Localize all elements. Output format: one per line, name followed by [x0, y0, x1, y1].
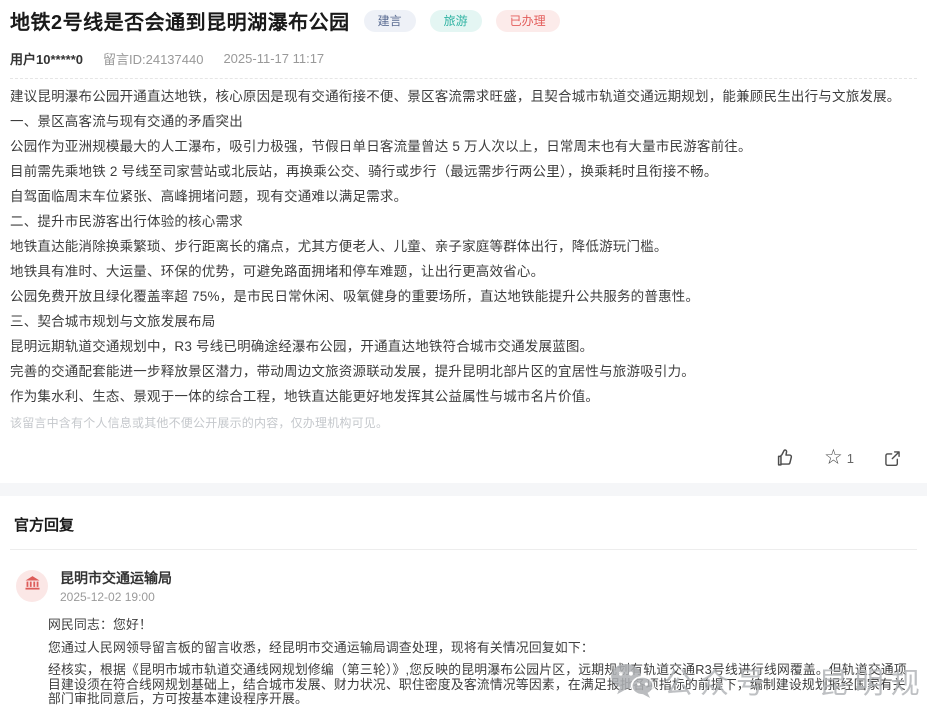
- reply-paragraph: 网民同志：您好！: [48, 618, 913, 633]
- agency-row: 昆明市交通运输局 2025-12-02 19:00: [16, 570, 917, 604]
- section-separator: [0, 483, 927, 496]
- page: 地铁2号线是否会通到昆明湖瀑布公园 建言 旅游 已办理 用户10*****0 留…: [0, 0, 927, 712]
- tag-tourism[interactable]: 旅游: [430, 10, 482, 32]
- post-paragraph: 二、提升市民游客出行体验的核心需求: [10, 214, 917, 230]
- official-reply-card: 官方回复 昆明市交通运输局 2025-12-02 19:00: [0, 496, 927, 712]
- like-button[interactable]: [774, 447, 796, 469]
- thumbs-up-icon: [774, 447, 796, 469]
- post-card: 地铁2号线是否会通到昆明湖瀑布公园 建言 旅游 已办理 用户10*****0 留…: [0, 0, 927, 471]
- post-date: 2025-11-17 11:17: [223, 51, 324, 66]
- privacy-note: 该留言中含有个人信息或其他不便公开展示的内容，仅办理机构可见。: [10, 414, 917, 431]
- post-meta-row: 用户10*****0 留言ID:24137440 2025-11-17 11:1…: [10, 49, 917, 68]
- post-title: 地铁2号线是否会通到昆明湖瀑布公园: [10, 6, 350, 35]
- post-paragraph: 自驾面临周末车位紧张、高峰拥堵问题，现有交通难以满足需求。: [10, 189, 917, 205]
- post-paragraph: 公园免费开放且绿化覆盖率超 75%，是市民日常休闲、吸氧健身的重要场所，直达地铁…: [10, 289, 917, 305]
- share-icon: [882, 448, 903, 469]
- post-body: 建议昆明瀑布公园开通直达地铁，核心原因是现有交通衔接不便、景区客流需求旺盛，且契…: [10, 89, 917, 431]
- reply-body: 网民同志：您好！ 您通过人民网领导留言板的留言收悉，经昆明市交通运输局调查处理，…: [48, 618, 917, 712]
- tag-status-processed: 已办理: [496, 10, 560, 32]
- post-actions-row: ☆ 1: [10, 445, 917, 471]
- post-paragraph: 三、契合城市规划与文旅发展布局: [10, 314, 917, 330]
- divider-solid: [10, 549, 917, 550]
- divider-dashed: [10, 78, 917, 79]
- post-paragraph: 完善的交通配套能进一步释放景区潜力，带动周边文旅资源联动发展，提升昆明北部片区的…: [10, 364, 917, 380]
- avatar: [16, 570, 48, 602]
- tag-suggestion[interactable]: 建言: [364, 10, 416, 32]
- post-paragraph: 目前需先乘地铁 2 号线至司家营站或北辰站，再换乘公交、骑行或步行（最远需步行两…: [10, 164, 917, 180]
- post-paragraph: 作为集水利、生态、景观于一体的综合工程，地铁直达能更好地发挥其公益属性与城市名片…: [10, 389, 917, 405]
- post-author: 用户10*****0: [10, 49, 83, 68]
- reply-paragraph: 经核实，根据《昆明市城市轨道交通线网规划修编（第三轮）》,您反映的昆明瀑布公园片…: [48, 663, 913, 707]
- post-paragraph: 建议昆明瀑布公园开通直达地铁，核心原因是现有交通衔接不便、景区客流需求旺盛，且契…: [10, 89, 917, 105]
- government-building-icon: [24, 575, 41, 597]
- reply-paragraph: 您通过人民网领导留言板的留言收悉，经昆明市交通运输局调查处理，现将有关情况回复如…: [48, 641, 913, 656]
- favorite-button[interactable]: ☆ 1: [824, 448, 854, 468]
- agency-info: 昆明市交通运输局 2025-12-02 19:00: [60, 570, 172, 604]
- post-paragraph: 地铁直达能消除换乘繁琐、步行距离长的痛点，尤其方便老人、儿童、亲子家庭等群体出行…: [10, 239, 917, 255]
- official-reply-heading: 官方回复: [10, 496, 917, 549]
- share-button[interactable]: [882, 448, 903, 469]
- agency-name: 昆明市交通运输局: [60, 570, 172, 586]
- favorite-count: 1: [847, 451, 854, 466]
- post-message-id: 留言ID:24137440: [103, 49, 203, 68]
- reply-date: 2025-12-02 19:00: [60, 590, 172, 604]
- post-paragraph: 一、景区高客流与现有交通的矛盾突出: [10, 114, 917, 130]
- post-title-row: 地铁2号线是否会通到昆明湖瀑布公园 建言 旅游 已办理: [10, 0, 917, 35]
- post-paragraph: 公园作为亚洲规模最大的人工瀑布，吸引力极强，节假日单日客流量曾达 5 万人次以上…: [10, 139, 917, 155]
- post-paragraph: 地铁具有准时、大运量、环保的优势，可避免路面拥堵和停车难题，让出行更高效省心。: [10, 264, 917, 280]
- post-paragraph: 昆明远期轨道交通规划中，R3 号线已明确途经瀑布公园，开通直达地铁符合城市交通发…: [10, 339, 917, 355]
- star-icon: ☆: [824, 448, 843, 468]
